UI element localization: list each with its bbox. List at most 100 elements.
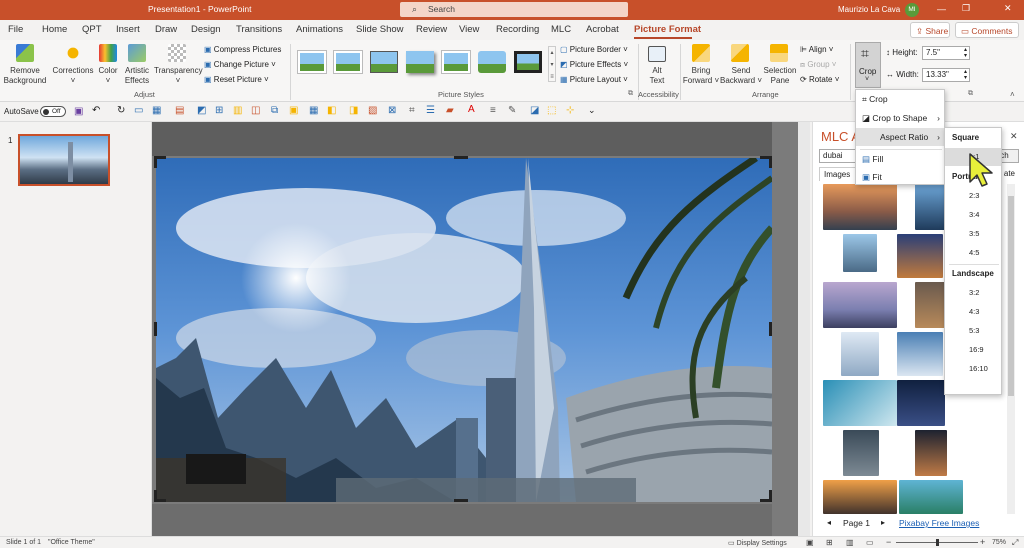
image-result[interactable] (915, 430, 947, 476)
zoom-level[interactable]: 75% (992, 539, 1006, 546)
search-box[interactable]: ⌕ Search (400, 2, 628, 17)
reading-view-icon[interactable]: ▥ (846, 538, 854, 547)
toolbar-icon[interactable]: ☰ (426, 105, 435, 116)
autosave-toggle[interactable]: Off (40, 106, 66, 117)
image-result[interactable] (823, 380, 897, 426)
menu-item-fit[interactable]: ▣ Fit (856, 168, 944, 186)
tab-file[interactable]: File (8, 24, 23, 35)
toolbar-icon[interactable]: ◧ (327, 105, 336, 116)
image-result[interactable] (841, 332, 879, 376)
image-result[interactable] (897, 234, 943, 278)
slide-thumbnail[interactable] (18, 134, 110, 186)
toolbar-icon[interactable]: ≡ (490, 105, 496, 116)
minimize-button[interactable]: — (937, 4, 946, 14)
pane-scrollbar[interactable] (1007, 184, 1015, 514)
compress-pictures-button[interactable]: ▣ Compress Pictures (204, 45, 281, 54)
zoom-out-icon[interactable]: − (886, 537, 891, 547)
image-result[interactable] (899, 480, 963, 514)
ratio-3-4[interactable]: 3:4 (945, 206, 979, 224)
tab-home[interactable]: Home (42, 24, 67, 35)
tab-images[interactable]: Images (819, 167, 857, 181)
menu-item-fill[interactable]: ▤ Fill (856, 150, 944, 168)
tab-acrobat[interactable]: Acrobat (586, 24, 619, 35)
tab-insert[interactable]: Insert (116, 24, 140, 35)
ratio-16-9[interactable]: 16:9 (945, 341, 984, 359)
fit-slide-icon[interactable]: ⤢ (1012, 538, 1018, 548)
send-backward-button[interactable]: Send Backward ˅ (720, 66, 762, 86)
comments-button[interactable]: ▭ Comments (955, 22, 1019, 38)
canvas-scrollbar[interactable] (798, 122, 810, 536)
toolbar-icon[interactable]: ▣ (289, 105, 298, 116)
pixabay-link[interactable]: Pixabay Free Images (899, 518, 979, 528)
ratio-4-3[interactable]: 4:3 (945, 303, 979, 321)
collapse-ribbon-icon[interactable]: ˄ (1010, 90, 1015, 99)
style-thumb[interactable] (370, 51, 398, 73)
ratio-3-2[interactable]: 3:2 (945, 284, 979, 302)
style-thumb[interactable] (514, 51, 542, 73)
image-result[interactable] (823, 184, 897, 230)
picture-border-button[interactable]: ▢ Picture Border ˅ (560, 45, 628, 54)
artistic-effects-button[interactable]: Artistic Effects (120, 66, 154, 86)
crop-handle[interactable] (154, 499, 166, 502)
tab-transitions[interactable]: Transitions (236, 24, 282, 35)
gallery-scroll[interactable]: ▴ ▾ ≡ (548, 46, 556, 82)
crop-handle[interactable] (769, 156, 772, 168)
toolbar-icon[interactable]: ◫ (251, 105, 260, 116)
save-icon[interactable]: ▣ (74, 106, 83, 117)
stepper-icon[interactable]: ▴ ▾ (964, 47, 967, 59)
toolbar-icon[interactable]: ◩ (197, 105, 206, 116)
restore-button[interactable]: ❐ (962, 3, 970, 14)
rotate-button[interactable]: ⟳ Rotate ˅ (800, 75, 839, 84)
zoom-thumb[interactable] (936, 539, 939, 546)
zoom-slider[interactable] (896, 539, 978, 546)
picture-effects-button[interactable]: ◩ Picture Effects ˅ (560, 60, 628, 69)
tab-view[interactable]: View (459, 24, 479, 35)
close-icon[interactable]: ✕ (1010, 131, 1018, 142)
toolbar-icon[interactable]: ⧉ (271, 105, 278, 116)
remove-background-button[interactable]: Remove Background (2, 66, 48, 86)
toolbar-icon[interactable]: ⊞ (215, 105, 223, 116)
font-color-icon[interactable]: A (468, 104, 475, 115)
tab-design[interactable]: Design (191, 24, 221, 35)
normal-view-icon[interactable]: ▣ (806, 538, 814, 547)
tab-recording[interactable]: Recording (496, 24, 539, 35)
toolbar-icon[interactable]: ◨ (349, 105, 358, 116)
image-result[interactable] (915, 282, 945, 328)
style-thumb[interactable] (297, 50, 327, 74)
corrections-button[interactable]: Corrections ˅ (52, 66, 94, 86)
tab-picture-format[interactable]: Picture Format (634, 24, 701, 35)
image-result[interactable] (897, 380, 945, 426)
dubai-photo[interactable] (156, 158, 772, 502)
slideshow-icon[interactable]: ▭ (134, 105, 143, 116)
image-result[interactable] (823, 480, 897, 514)
bring-forward-button[interactable]: Bring Forward ˅ (682, 66, 720, 86)
style-thumb[interactable] (441, 50, 471, 74)
crop-handle[interactable] (769, 322, 772, 336)
slideshow-view-icon[interactable]: ▭ (866, 538, 874, 547)
tab-animations[interactable]: Animations (296, 24, 343, 35)
menu-item-crop-to-shape[interactable]: ◪ Crop to Shape › (856, 109, 944, 127)
tab-slide-show[interactable]: Slide Show (356, 24, 404, 35)
style-thumb[interactable] (478, 51, 506, 73)
crop-handle[interactable] (454, 156, 468, 159)
crop-handle[interactable] (769, 490, 772, 502)
toolbar-icon[interactable]: ▦ (309, 105, 318, 116)
next-page-icon[interactable]: ▸ (881, 518, 885, 527)
transparency-button[interactable]: Transparency ˅ (154, 66, 203, 86)
change-picture-button[interactable]: ▣ Change Picture ˅ (204, 60, 276, 69)
sorter-view-icon[interactable]: ⊞ (826, 538, 833, 547)
avatar[interactable]: MI (905, 3, 919, 17)
toolbar-icon[interactable]: ▥ (233, 105, 242, 116)
dialog-launcher-icon[interactable]: ⧉ (628, 90, 633, 98)
crop-handle[interactable] (454, 499, 468, 502)
customize-icon[interactable]: ⌄ (588, 105, 596, 116)
image-result[interactable] (823, 282, 897, 328)
prev-page-icon[interactable]: ◂ (827, 518, 831, 527)
dialog-launcher-icon[interactable]: ⧉ (968, 90, 973, 98)
shape-outline-icon[interactable]: ✎ (508, 105, 516, 116)
tab-draw[interactable]: Draw (155, 24, 177, 35)
toolbar-icon[interactable]: ▧ (368, 105, 377, 116)
group-button[interactable]: ⧈ Group ˅ (800, 60, 836, 70)
undo-icon[interactable]: ↶ (92, 105, 100, 116)
style-thumb[interactable] (333, 50, 363, 74)
